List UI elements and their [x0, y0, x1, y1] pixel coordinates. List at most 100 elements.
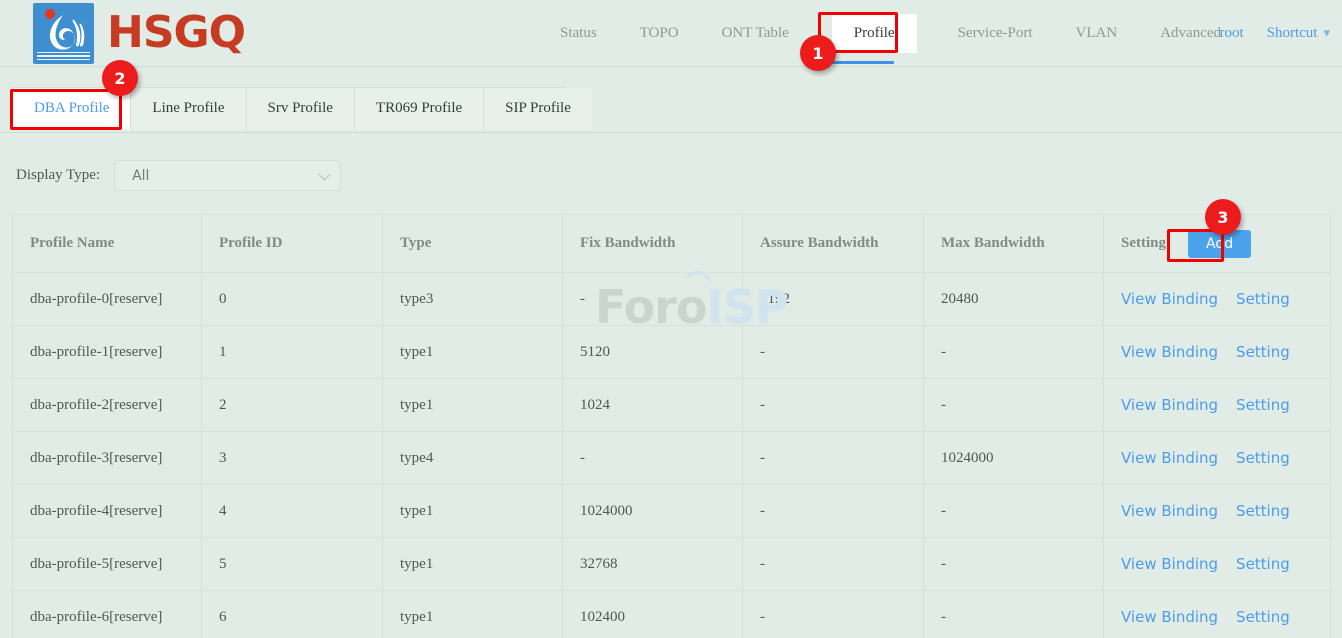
brand-title: HSGQ [107, 11, 245, 55]
cell-fix-bandwidth: - [563, 273, 743, 326]
table-row: dba-profile-3[reserve]3type4--1024000Vie… [13, 432, 1331, 485]
col-profile-id: Profile ID [202, 215, 383, 273]
nav-item-ont-table[interactable]: ONT Table [722, 25, 789, 42]
subtab-tr069-profile[interactable]: TR069 Profile [355, 88, 484, 130]
cell-assure-bandwidth: - [743, 485, 924, 538]
cell-profile-name: dba-profile-1[reserve] [13, 326, 202, 379]
cell-fix-bandwidth: 1024 [563, 379, 743, 432]
view-binding-link[interactable]: View Binding [1121, 449, 1218, 467]
cell-setting: View Binding Setting [1104, 432, 1331, 485]
setting-link[interactable]: Setting [1236, 396, 1290, 414]
cell-profile-name: dba-profile-4[reserve] [13, 485, 202, 538]
cell-fix-bandwidth: 5120 [563, 326, 743, 379]
app-header: HSGQ Status TOPO ONT Table Profile Servi… [0, 0, 1342, 67]
cell-profile-name: dba-profile-2[reserve] [13, 379, 202, 432]
setting-link[interactable]: Setting [1236, 343, 1290, 361]
col-fix-bandwidth: Fix Bandwidth [563, 215, 743, 273]
cell-type: type1 [383, 538, 563, 591]
subtabs: DBA Profile Line Profile Srv Profile TR0… [12, 87, 566, 130]
subtab-srv-profile[interactable]: Srv Profile [247, 88, 355, 130]
cell-max-bandwidth: - [924, 379, 1104, 432]
cell-max-bandwidth: - [924, 485, 1104, 538]
display-type-label: Display Type: [16, 167, 100, 184]
table-row: dba-profile-6[reserve]6type1102400--View… [13, 591, 1331, 638]
user-link[interactable]: root [1219, 25, 1243, 42]
view-binding-link[interactable]: View Binding [1121, 396, 1218, 414]
cell-fix-bandwidth: 1024000 [563, 485, 743, 538]
view-binding-link[interactable]: View Binding [1121, 608, 1218, 626]
cell-max-bandwidth: - [924, 591, 1104, 638]
cell-assure-bandwidth: - [743, 538, 924, 591]
row-action-links: View Binding Setting [1121, 555, 1330, 573]
cell-assure-bandwidth: 8192 [743, 273, 924, 326]
table-row: dba-profile-1[reserve]1type15120--View B… [13, 326, 1331, 379]
cell-profile-name: dba-profile-3[reserve] [13, 432, 202, 485]
nav-item-status[interactable]: Status [560, 25, 597, 42]
nav-item-service-port[interactable]: Service-Port [958, 25, 1033, 42]
setting-link[interactable]: Setting [1236, 449, 1290, 467]
view-binding-link[interactable]: View Binding [1121, 502, 1218, 520]
table-row: dba-profile-5[reserve]5type132768--View … [13, 538, 1331, 591]
chevron-down-icon [318, 167, 331, 180]
cell-assure-bandwidth: - [743, 379, 924, 432]
dba-profile-table: Profile Name Profile ID Type Fix Bandwid… [12, 214, 1331, 638]
cell-max-bandwidth: - [924, 538, 1104, 591]
setting-link[interactable]: Setting [1236, 502, 1290, 520]
cell-profile-name: dba-profile-6[reserve] [13, 591, 202, 638]
cell-profile-id: 0 [202, 273, 383, 326]
cell-type: type3 [383, 273, 563, 326]
shortcut-menu[interactable]: Shortcut▾ [1267, 25, 1330, 42]
col-setting: Setting Add [1104, 215, 1331, 273]
cell-profile-name: dba-profile-5[reserve] [13, 538, 202, 591]
table-row: dba-profile-2[reserve]2type11024--View B… [13, 379, 1331, 432]
cell-setting: View Binding Setting [1104, 326, 1331, 379]
cell-fix-bandwidth: - [563, 432, 743, 485]
cell-type: type1 [383, 379, 563, 432]
cell-profile-id: 5 [202, 538, 383, 591]
subtab-sip-profile[interactable]: SIP Profile [484, 88, 592, 130]
col-assure-bandwidth: Assure Bandwidth [743, 215, 924, 273]
nav-item-profile[interactable]: Profile [832, 14, 917, 53]
cell-fix-bandwidth: 32768 [563, 538, 743, 591]
subtab-dba-profile[interactable]: DBA Profile [13, 88, 131, 130]
display-type-value: All [132, 168, 149, 184]
cell-assure-bandwidth: - [743, 326, 924, 379]
nav-item-advanced[interactable]: Advanced [1160, 25, 1221, 42]
view-binding-link[interactable]: View Binding [1121, 290, 1218, 308]
main-nav: Status TOPO ONT Table Profile Service-Po… [560, 0, 1264, 67]
cell-assure-bandwidth: - [743, 432, 924, 485]
brand: HSGQ [33, 3, 245, 64]
row-action-links: View Binding Setting [1121, 343, 1330, 361]
cell-setting: View Binding Setting [1104, 379, 1331, 432]
view-binding-link[interactable]: View Binding [1121, 555, 1218, 573]
table-row: dba-profile-4[reserve]4type11024000--Vie… [13, 485, 1331, 538]
col-type: Type [383, 215, 563, 273]
cell-setting: View Binding Setting [1104, 591, 1331, 638]
cell-profile-id: 6 [202, 591, 383, 638]
setting-link[interactable]: Setting [1236, 555, 1290, 573]
subtab-line-profile[interactable]: Line Profile [131, 88, 246, 130]
cell-profile-name: dba-profile-0[reserve] [13, 273, 202, 326]
setting-link[interactable]: Setting [1236, 608, 1290, 626]
cell-type: type1 [383, 485, 563, 538]
cell-max-bandwidth: 20480 [924, 273, 1104, 326]
row-action-links: View Binding Setting [1121, 449, 1330, 467]
col-profile-name: Profile Name [13, 215, 202, 273]
col-max-bandwidth: Max Bandwidth [924, 215, 1104, 273]
nav-item-vlan[interactable]: VLAN [1076, 25, 1118, 42]
shortcut-label: Shortcut [1267, 25, 1318, 41]
filter-row: Display Type: All [16, 160, 1342, 191]
nav-active-underline [822, 61, 894, 64]
cell-profile-id: 2 [202, 379, 383, 432]
nav-item-topo[interactable]: TOPO [640, 25, 679, 42]
display-type-select[interactable]: All [114, 160, 341, 191]
dba-profile-table-wrap: Profile Name Profile ID Type Fix Bandwid… [12, 214, 1330, 638]
table-body: dba-profile-0[reserve]0type3-819220480Vi… [13, 273, 1331, 638]
setting-link[interactable]: Setting [1236, 290, 1290, 308]
cell-profile-id: 1 [202, 326, 383, 379]
table-header-row: Profile Name Profile ID Type Fix Bandwid… [13, 215, 1331, 273]
hsgq-logo-icon [33, 3, 94, 64]
cell-fix-bandwidth: 102400 [563, 591, 743, 638]
view-binding-link[interactable]: View Binding [1121, 343, 1218, 361]
add-button[interactable]: Add [1188, 230, 1251, 258]
